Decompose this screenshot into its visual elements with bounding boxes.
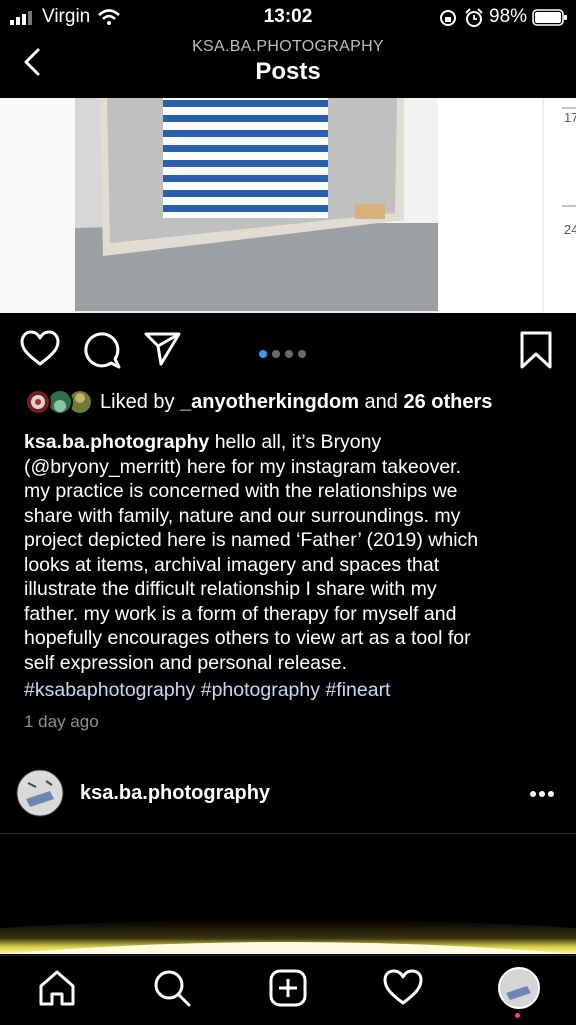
liker-username[interactable]: _anyotherkingdom (180, 391, 359, 413)
hashtag-link[interactable]: #photography (201, 679, 320, 701)
likes-prefix: Liked by (100, 391, 181, 413)
profile-avatar-icon[interactable] (497, 966, 541, 1010)
caption-line: father. my work is a form of therapy for… (24, 602, 457, 625)
page-title: Posts (255, 58, 321, 85)
next-post-image[interactable] (0, 880, 576, 954)
bookmark-icon[interactable] (519, 330, 553, 370)
search-icon[interactable] (152, 968, 192, 1008)
liker-avatars (25, 389, 93, 415)
ruler-mark-17: 17 (564, 110, 576, 125)
account-avatar[interactable] (16, 769, 64, 817)
hashtag-link[interactable]: #ksabaphotography (24, 679, 195, 701)
next-post-header: ksa.ba.photography (0, 766, 576, 822)
more-options-icon[interactable] (529, 790, 555, 798)
post-image[interactable]: 17 24 (0, 98, 576, 313)
likes-middle: and (358, 391, 404, 413)
caption-line: illustrate the difficult relationship I … (24, 578, 437, 600)
carousel-dot (285, 350, 293, 358)
divider (0, 833, 576, 834)
post-caption: ksa.ba.photography hello all, it’s Bryon… (24, 430, 556, 703)
caption-line: hopefully encourages others to view art … (24, 627, 471, 649)
account-name: KSA.BA.PHOTOGRAPHY (192, 38, 384, 55)
carousel-dot (272, 350, 280, 358)
caption-line: project depicted here is named ‘Father’ … (24, 529, 479, 551)
likes-others-count[interactable]: 26 others (403, 391, 492, 413)
share-icon[interactable] (143, 330, 183, 368)
photo-artwork: 17 24 (0, 98, 576, 313)
caption-line: (@bryony_merritt) here for my instagram … (24, 455, 462, 478)
caption-line: share with family, nature and our surrou… (24, 504, 461, 527)
carousel-indicator (259, 345, 311, 363)
bottom-tab-bar (0, 955, 576, 1025)
account-username[interactable]: ksa.ba.photography (80, 782, 270, 805)
status-bar: Virgin 13:02 98% (0, 0, 576, 34)
carousel-dot-active (259, 350, 267, 358)
activity-heart-icon[interactable] (383, 968, 423, 1008)
post-timestamp: 1 day ago (24, 712, 99, 731)
caption-line: hello all, it’s Bryony (209, 431, 382, 453)
alarm-icon (465, 8, 483, 27)
orientation-lock-icon (440, 10, 456, 26)
caption-line: my practice is concerned with the relati… (24, 480, 458, 502)
post-actions (0, 328, 576, 372)
carousel-dot (298, 350, 306, 358)
likes-summary[interactable]: Liked by _anyotherkingdom and 26 others (0, 388, 576, 418)
comment-icon[interactable] (82, 330, 122, 370)
caption-line: looks at items, archival imagery and spa… (24, 553, 440, 576)
caption-line: self expression and personal release. (24, 651, 348, 674)
nav-header: KSA.BA.PHOTOGRAPHY Posts (0, 34, 576, 98)
striped-dress (163, 98, 328, 218)
new-post-icon[interactable] (268, 968, 308, 1008)
battery-percent: 98% (489, 6, 528, 27)
next-photo-artwork (0, 919, 576, 954)
notification-dot (515, 1013, 520, 1018)
home-icon[interactable] (37, 968, 77, 1008)
heart-icon[interactable] (20, 330, 60, 368)
battery-icon (532, 9, 567, 26)
hashtag-link[interactable]: #fineart (325, 679, 390, 701)
caption-username[interactable]: ksa.ba.photography (24, 431, 209, 453)
ruler-mark-24: 24 (564, 222, 576, 237)
